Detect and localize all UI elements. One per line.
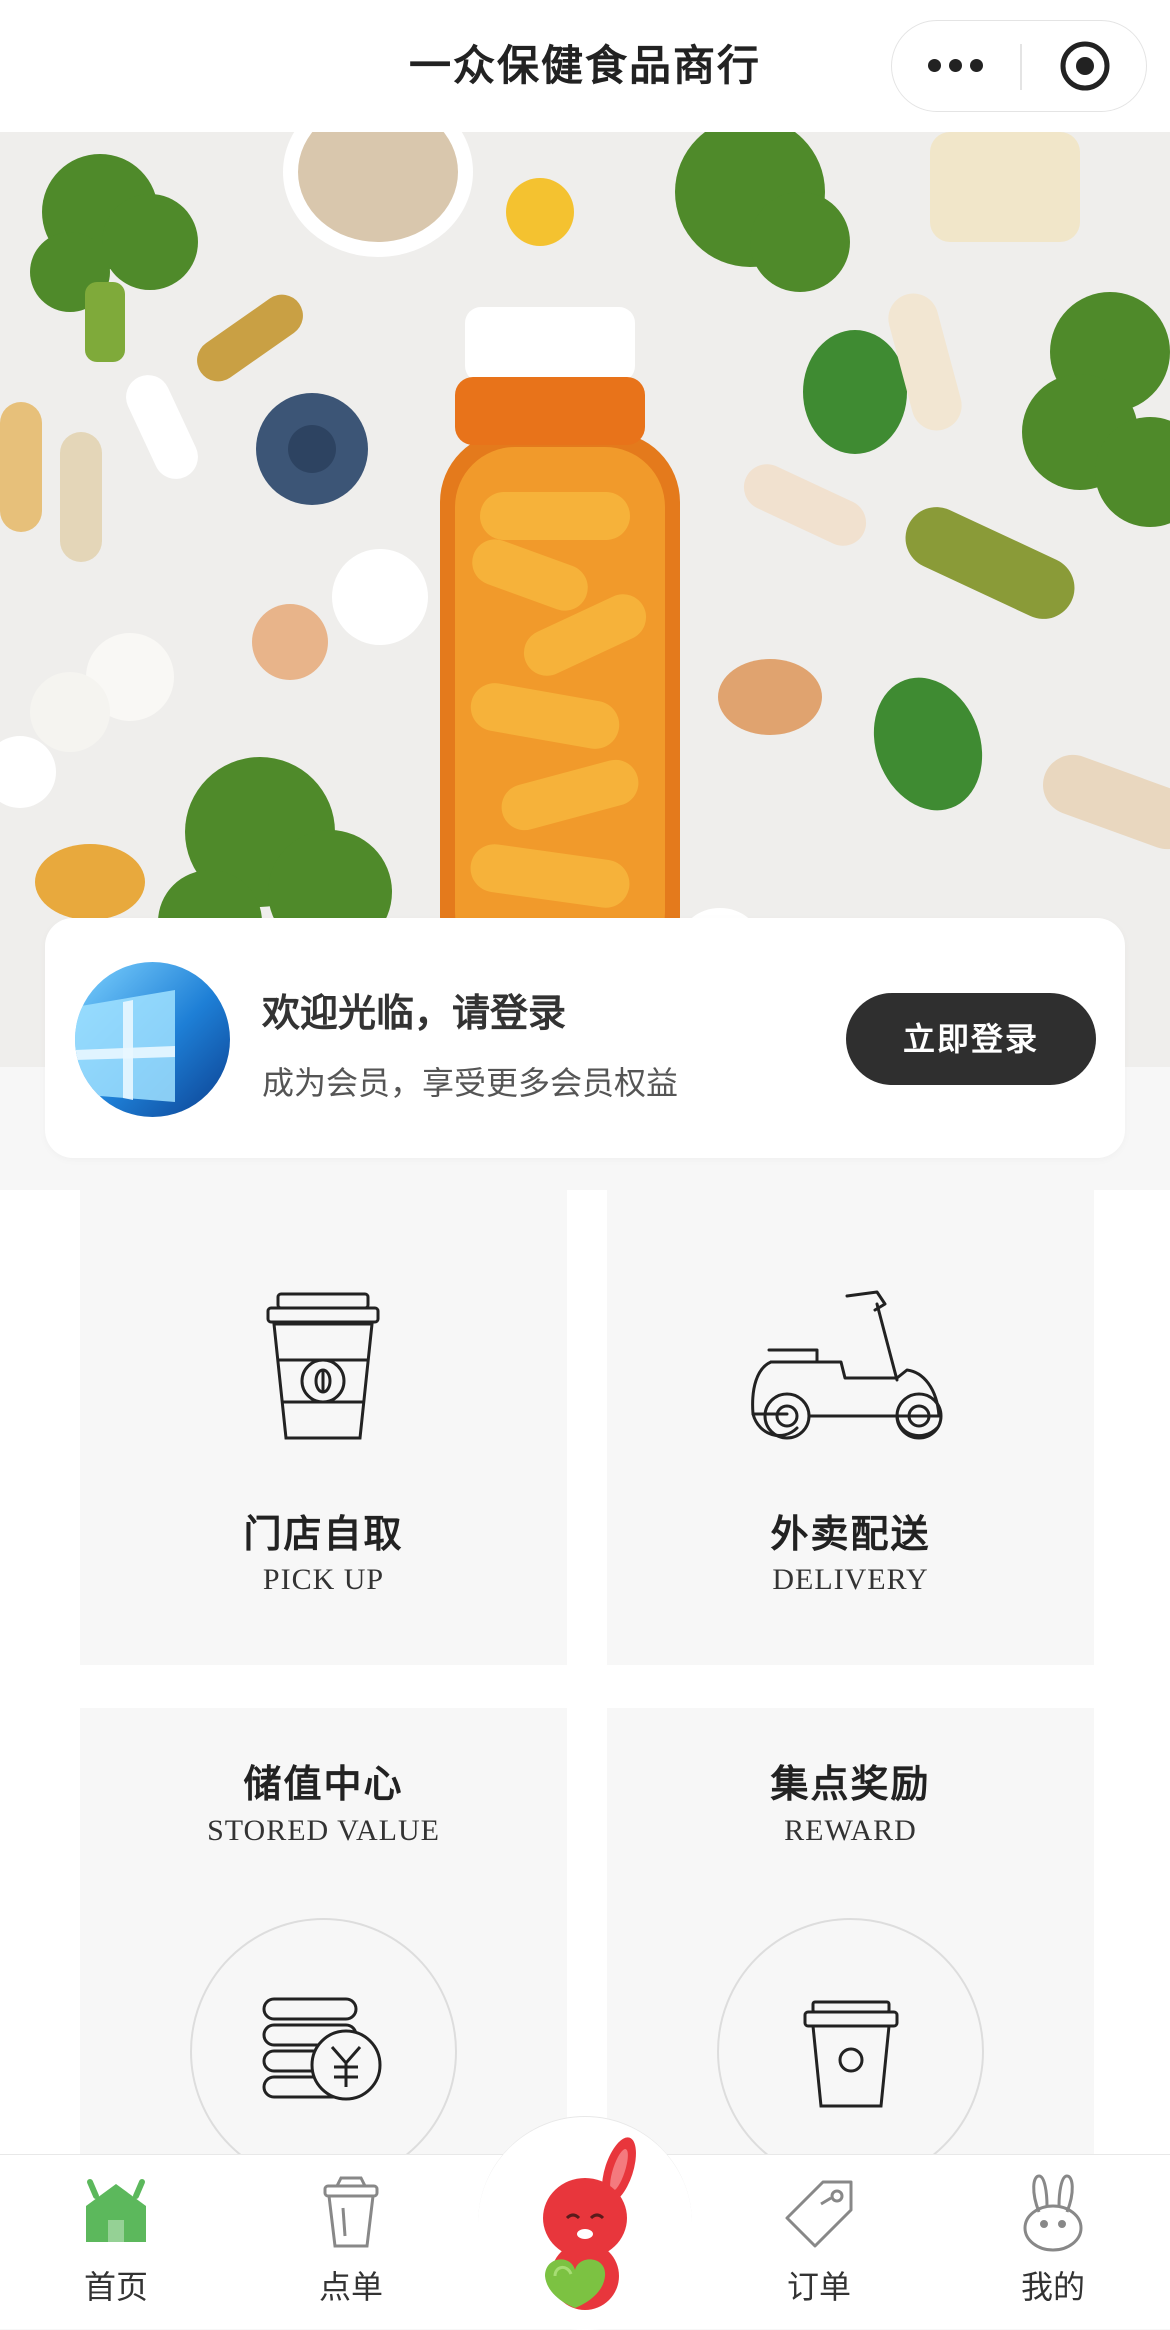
tag-icon [785,2180,853,2248]
capsule-divider [1020,44,1022,90]
tab-center-mascot[interactable] [515,2136,665,2321]
rabbit-icon [1023,2174,1083,2252]
avatar-image [75,962,230,1117]
more-dots-icon [928,59,941,72]
tab-menu-label: 点单 [318,2268,383,2306]
cup-icon [323,2176,379,2248]
reward-tile[interactable]: 集点奖励 REWARD [607,1708,1094,2154]
member-benefit-text: 成为会员，享受更多会员权益 [262,1064,679,1102]
target-circle-icon [1060,41,1110,91]
close-miniprogram-button[interactable] [1030,30,1140,102]
stored-value-tile[interactable]: 储值中心 STORED VALUE [80,1708,567,2154]
tab-home-label: 首页 [83,2268,148,2306]
more-button[interactable] [900,30,1012,102]
stored-value-title: 储值中心 [243,1762,404,1806]
tab-orders-label: 订单 [786,2268,851,2306]
welcome-text: 欢迎光临，请登录 [262,991,567,1035]
scooter-icon [751,1290,943,1440]
reward-title: 集点奖励 [770,1762,931,1806]
reward-subtitle: REWARD [784,1814,917,1847]
cup-icon [803,2000,899,2108]
delivery-tile[interactable]: 外卖配送 DELIVERY [607,1190,1094,1665]
more-dot [949,59,962,72]
home-icon [86,2179,146,2242]
tab-profile-label: 我的 [1020,2268,1085,2306]
pickup-tile[interactable]: 门店自取 PICK UP [80,1190,567,1665]
avatar[interactable] [75,962,230,1117]
coffee-cup-icon [266,1292,380,1440]
delivery-title: 外卖配送 [770,1512,931,1556]
coins-yuan-icon [262,1997,382,2101]
more-dot [970,59,983,72]
delivery-subtitle: DELIVERY [772,1563,929,1596]
pickup-title: 门店自取 [243,1512,404,1556]
pickup-subtitle: PICK UP [262,1563,385,1596]
mascot-rabbit-icon [543,2137,636,2310]
login-button[interactable]: 立即登录 [846,993,1096,1085]
stored-value-subtitle: STORED VALUE [207,1814,440,1847]
